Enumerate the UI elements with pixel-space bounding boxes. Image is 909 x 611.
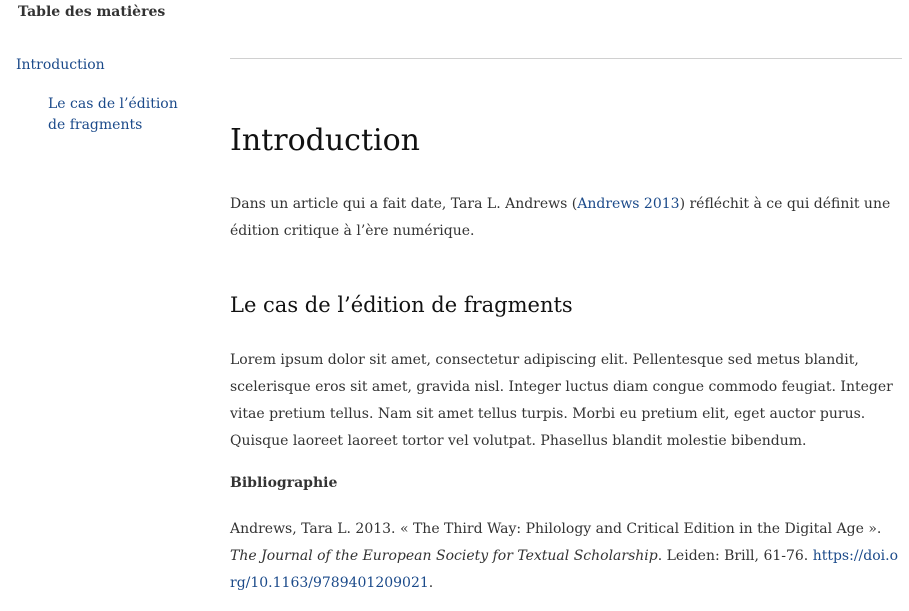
bib-authors-title: Andrews, Tara L. 2013. « The Third Way: … — [230, 521, 882, 537]
bib-journal: The Journal of the European Society for … — [230, 548, 658, 564]
intro-paragraph: Dans un article qui a fait date, Tara L.… — [230, 191, 902, 245]
page-title: Introduction — [230, 123, 420, 158]
toc-link-fragments[interactable]: Le cas de l’édition de fragments — [48, 94, 198, 136]
bibliography-entry: Andrews, Tara L. 2013. « The Third Way: … — [230, 516, 902, 597]
toc-title: Table des matières — [18, 4, 166, 20]
bib-end: . — [428, 575, 434, 591]
bibliography-heading: Bibliographie — [230, 475, 338, 491]
horizontal-divider — [230, 58, 902, 59]
toc-link-introduction[interactable]: Introduction — [16, 55, 105, 76]
intro-text-start: Dans un article qui a fait date, Tara L.… — [230, 196, 578, 212]
bib-publisher: . Leiden: Brill, 61-76. — [657, 548, 813, 564]
citation-link[interactable]: Andrews 2013 — [577, 196, 679, 212]
section-paragraph: Lorem ipsum dolor sit amet, consectetur … — [230, 352, 893, 449]
section-heading: Le cas de l’édition de fragments — [230, 293, 573, 317]
